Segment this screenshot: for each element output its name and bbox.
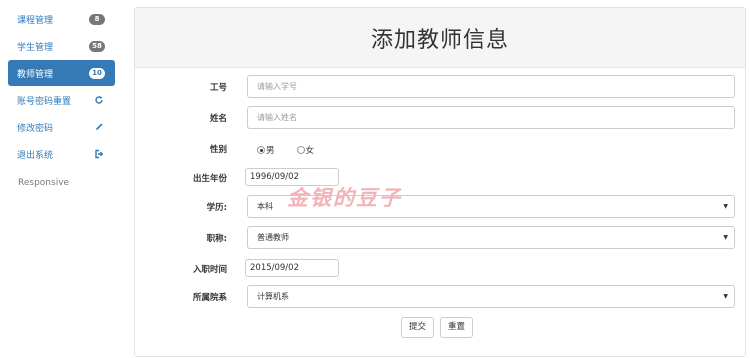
sidebar-item-account-password-reset[interactable]: 账号密码重置 bbox=[8, 87, 115, 113]
form-row-id: 工号 请输入学号 bbox=[135, 75, 747, 101]
sidebar-item-teacher-management[interactable]: 教师管理 10 bbox=[8, 60, 115, 86]
form-row-title: 职称: 普通教师 ▼ bbox=[135, 226, 747, 252]
pencil-icon bbox=[93, 121, 105, 133]
name-label: 姓名 bbox=[209, 114, 227, 124]
hire-date-label: 入职时间 bbox=[192, 265, 227, 275]
panel-header: 添加教师信息 bbox=[135, 8, 745, 68]
education-select[interactable]: 本科 ▼ bbox=[247, 195, 735, 218]
gender-female-radio[interactable]: 女 bbox=[296, 144, 315, 156]
job-title-value: 普通教师 bbox=[257, 233, 289, 242]
job-title-select[interactable]: 普通教师 ▼ bbox=[247, 226, 735, 249]
department-value: 计算机系 bbox=[257, 292, 289, 301]
count-badge: 58 bbox=[89, 40, 105, 52]
form-row-birth-year: 出生年份 1996/09/02 bbox=[135, 166, 747, 192]
teacher-id-input[interactable]: 请输入学号 bbox=[247, 75, 735, 98]
radio-unselected-icon bbox=[296, 146, 305, 154]
sidebar-item-label: 账号密码重置 bbox=[17, 96, 72, 107]
education-label: 学历: bbox=[206, 203, 227, 213]
teacher-name-input[interactable]: 请输入姓名 bbox=[247, 106, 735, 129]
job-title-label: 职称: bbox=[206, 234, 227, 244]
hire-date-input[interactable]: 2015/09/02 bbox=[245, 259, 339, 277]
sidebar-item-label: 修改密码 bbox=[17, 123, 54, 134]
education-value: 本科 bbox=[257, 202, 273, 211]
radio-selected-icon bbox=[257, 146, 265, 154]
sidebar-item-label: 退出系统 bbox=[17, 150, 54, 161]
form-actions: 提交 重置 bbox=[401, 317, 474, 338]
sidebar: 课程管理 8 学生管理 58 教师管理 10 账号密码重置 修改密码 退出系统 … bbox=[0, 0, 120, 358]
logout-icon bbox=[93, 148, 105, 160]
form-row-department: 所属院系 计算机系 ▼ bbox=[135, 285, 747, 311]
form-row-hire-date: 入职时间 2015/09/02 bbox=[135, 257, 747, 283]
submit-button[interactable]: 提交 bbox=[401, 317, 435, 338]
birth-year-input[interactable]: 1996/09/02 bbox=[245, 168, 339, 186]
sidebar-item-course-management[interactable]: 课程管理 8 bbox=[8, 6, 115, 32]
dropdown-caret-icon: ▼ bbox=[723, 203, 728, 210]
sidebar-item-logout[interactable]: 退出系统 bbox=[8, 141, 115, 167]
sidebar-item-label: 教师管理 bbox=[17, 69, 54, 80]
responsive-text: Responsive bbox=[18, 178, 70, 188]
id-label: 工号 bbox=[209, 83, 227, 93]
department-select[interactable]: 计算机系 ▼ bbox=[247, 285, 735, 308]
gender-radio-group: 男 女 bbox=[257, 137, 314, 163]
refresh-icon bbox=[93, 94, 105, 106]
sidebar-item-student-management[interactable]: 学生管理 58 bbox=[8, 33, 115, 59]
sidebar-item-change-password[interactable]: 修改密码 bbox=[8, 114, 115, 140]
department-label: 所属院系 bbox=[192, 293, 227, 303]
count-badge: 8 bbox=[89, 13, 105, 25]
form-row-education: 学历: 本科 ▼ bbox=[135, 195, 747, 221]
sidebar-item-label: 课程管理 bbox=[17, 15, 54, 26]
gender-label: 性别 bbox=[209, 145, 227, 155]
add-teacher-panel: 添加教师信息 工号 请输入学号 姓名 请输入姓名 性别 男 女 出生年份 199… bbox=[134, 7, 746, 357]
reset-button[interactable]: 重置 bbox=[440, 317, 474, 338]
sidebar-item-label: 学生管理 bbox=[17, 42, 54, 53]
form-row-gender: 性别 男 女 bbox=[135, 137, 747, 163]
dropdown-caret-icon: ▼ bbox=[723, 293, 728, 300]
birth-year-label: 出生年份 bbox=[192, 174, 227, 184]
gender-option-label: 女 bbox=[305, 146, 315, 156]
form-row-name: 姓名 请输入姓名 bbox=[135, 106, 747, 132]
gender-male-radio[interactable]: 男 bbox=[257, 144, 275, 156]
page-title: 添加教师信息 bbox=[370, 27, 509, 53]
gender-option-label: 男 bbox=[266, 146, 275, 156]
dropdown-caret-icon: ▼ bbox=[723, 234, 728, 241]
count-badge: 10 bbox=[89, 67, 105, 79]
